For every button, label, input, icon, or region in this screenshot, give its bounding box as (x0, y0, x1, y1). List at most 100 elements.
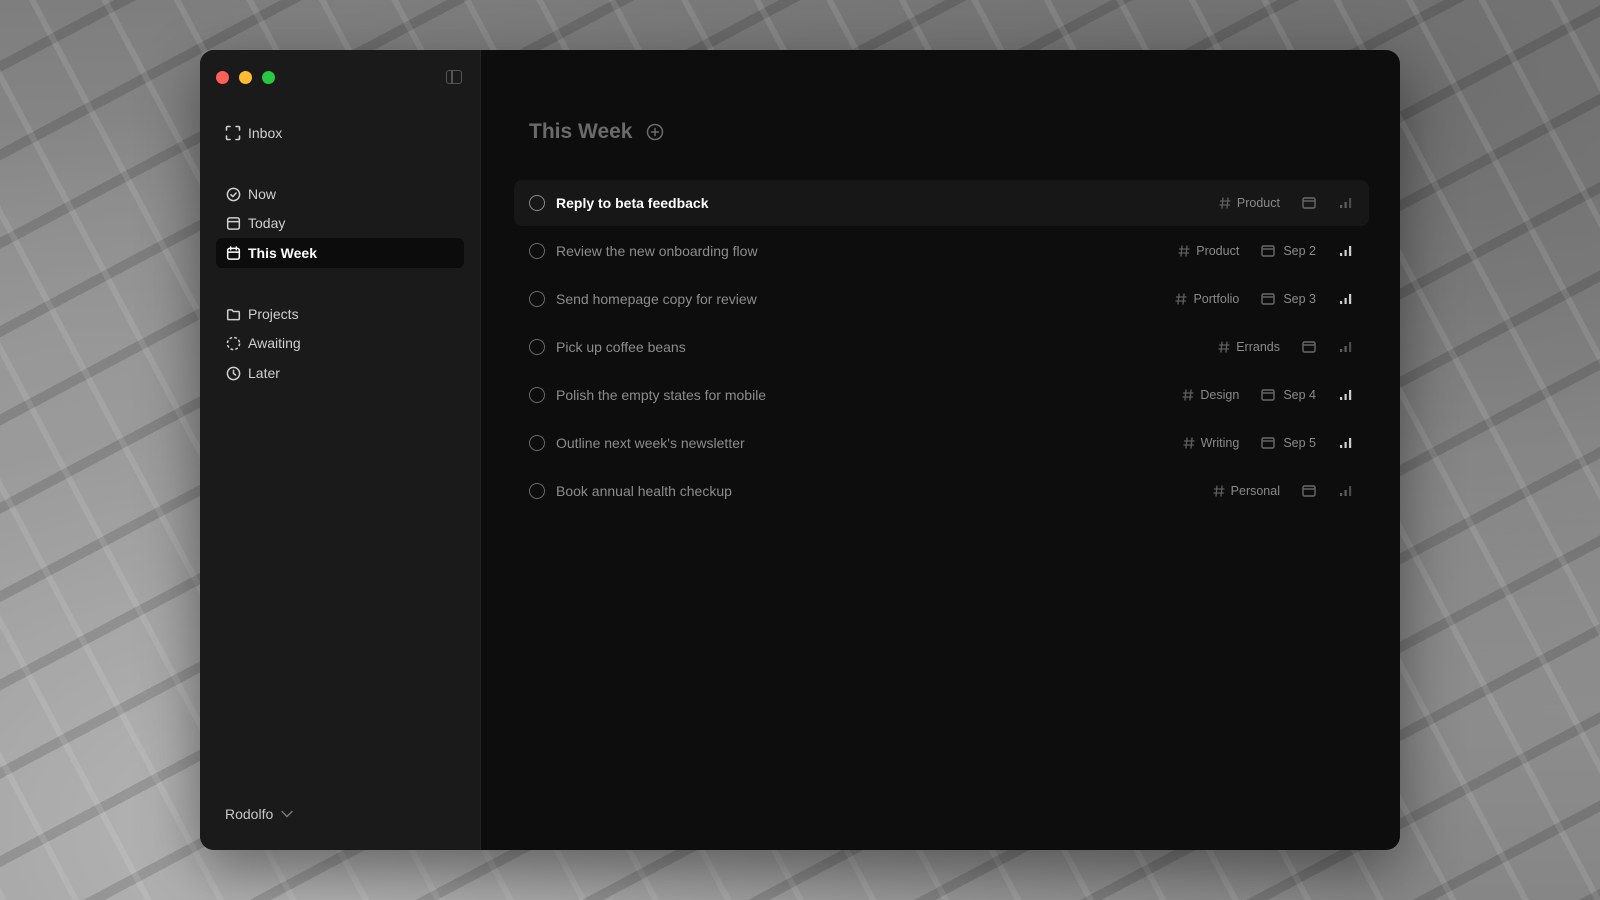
task-tag[interactable]: Writing (1183, 436, 1240, 450)
sidebar-item-now[interactable]: Now (216, 179, 464, 209)
sidebar-item-this-week[interactable]: This Week (216, 238, 464, 268)
priority-icon[interactable] (1339, 437, 1353, 449)
task-meta: Personal (1213, 484, 1353, 498)
task-date[interactable] (1302, 341, 1316, 353)
task-row[interactable]: Send homepage copy for review Portfolio Se… (514, 276, 1369, 322)
clock-icon (225, 365, 241, 381)
sidebar-item-awaiting[interactable]: Awaiting (216, 328, 464, 358)
calendar-icon (225, 215, 241, 231)
minimize-window-button[interactable] (239, 71, 252, 84)
task-tag[interactable]: Product (1219, 196, 1280, 210)
task-date-label: Sep 4 (1283, 388, 1316, 402)
hash-icon (1183, 437, 1195, 449)
task-tag-label: Errands (1236, 340, 1280, 354)
inbox-icon (225, 125, 241, 141)
task-checkbox[interactable] (529, 243, 545, 259)
task-date[interactable] (1302, 197, 1316, 209)
task-tag-label: Personal (1230, 484, 1280, 498)
calendar-week-icon (225, 245, 241, 261)
close-window-button[interactable] (216, 71, 229, 84)
window-controls (216, 71, 275, 84)
priority-icon[interactable] (1339, 485, 1353, 497)
task-date-label: Sep 3 (1283, 292, 1316, 306)
task-title[interactable]: Pick up coffee beans (556, 339, 1218, 355)
task-tag[interactable]: Portfolio (1175, 292, 1239, 306)
task-title[interactable]: Send homepage copy for review (556, 291, 1175, 307)
task-tag[interactable]: Design (1182, 388, 1239, 402)
priority-icon[interactable] (1339, 341, 1353, 353)
sidebar-item-label: Now (248, 186, 277, 202)
check-circle-icon (225, 186, 241, 202)
task-title[interactable]: Book annual health checkup (556, 483, 1213, 499)
sidebar-item-label: Today (248, 215, 286, 231)
hash-icon (1178, 245, 1190, 257)
priority-icon[interactable] (1339, 389, 1353, 401)
priority-icon[interactable] (1339, 245, 1353, 257)
sidebar-item-later[interactable]: Later (216, 358, 464, 388)
app-window: Inbox Now Today This Week Projects Await… (200, 50, 1400, 850)
sidebar-item-label: Inbox (248, 125, 283, 141)
sidebar-item-inbox[interactable]: Inbox (216, 118, 464, 148)
task-title[interactable]: Polish the empty states for mobile (556, 387, 1182, 403)
task-meta: Design Sep 4 (1182, 388, 1353, 402)
hash-icon (1218, 341, 1230, 353)
add-task-button[interactable] (646, 123, 664, 141)
task-meta: Product Sep 2 (1178, 244, 1353, 258)
calendar-icon (1302, 341, 1316, 353)
task-checkbox[interactable] (529, 291, 545, 307)
task-meta: Portfolio Sep 3 (1175, 292, 1353, 306)
task-row[interactable]: Reply to beta feedback Product (514, 180, 1369, 226)
task-title[interactable]: Reply to beta feedback (556, 195, 1219, 211)
hash-icon (1219, 197, 1231, 209)
toggle-sidebar-icon[interactable] (446, 70, 462, 84)
task-tag-label: Product (1196, 244, 1240, 258)
task-date[interactable]: Sep 2 (1261, 244, 1316, 258)
task-row[interactable]: Review the new onboarding flow Product Sep… (514, 228, 1369, 274)
sidebar: Inbox Now Today This Week Projects Await… (200, 50, 481, 850)
task-tag[interactable]: Errands (1218, 340, 1280, 354)
task-date-label: Sep 5 (1283, 436, 1316, 450)
task-meta: Errands (1218, 340, 1353, 354)
dashed-circle-icon (225, 335, 241, 351)
task-checkbox[interactable] (529, 387, 545, 403)
sidebar-item-label: Later (248, 365, 280, 381)
zoom-window-button[interactable] (262, 71, 275, 84)
task-tag[interactable]: Personal (1213, 484, 1280, 498)
task-checkbox[interactable] (529, 483, 545, 499)
priority-icon[interactable] (1339, 293, 1353, 305)
sidebar-item-label: This Week (248, 245, 317, 261)
hash-icon (1182, 389, 1195, 401)
calendar-icon (1261, 389, 1276, 401)
task-date[interactable] (1302, 485, 1316, 497)
task-row[interactable]: Outline next week's newsletter Writing Sep… (514, 420, 1369, 466)
sidebar-item-projects[interactable]: Projects (216, 299, 464, 329)
task-checkbox[interactable] (529, 339, 545, 355)
task-row[interactable]: Pick up coffee beans Errands (514, 324, 1369, 370)
page-header: This Week (529, 120, 664, 144)
page-title: This Week (529, 120, 633, 143)
calendar-icon (1261, 245, 1276, 257)
task-title[interactable]: Outline next week's newsletter (556, 435, 1183, 451)
task-row[interactable]: Polish the empty states for mobile Design… (514, 372, 1369, 418)
sidebar-item-today[interactable]: Today (216, 208, 464, 238)
task-title[interactable]: Review the new onboarding flow (556, 243, 1178, 259)
task-tag-label: Portfolio (1193, 292, 1240, 306)
task-tag-label: Writing (1200, 436, 1240, 450)
task-date[interactable]: Sep 3 (1261, 292, 1316, 306)
chevron-down-icon (281, 810, 293, 818)
task-checkbox[interactable] (529, 195, 545, 211)
task-checkbox[interactable] (529, 435, 545, 451)
hash-icon (1213, 485, 1225, 497)
user-menu[interactable]: Rodolfo (225, 806, 293, 822)
priority-icon[interactable] (1339, 197, 1353, 209)
task-tag-label: Design (1200, 388, 1240, 402)
task-date[interactable]: Sep 4 (1261, 388, 1316, 402)
task-row[interactable]: Book annual health checkup Personal (514, 468, 1369, 514)
folder-icon (225, 306, 241, 322)
task-tag[interactable]: Product (1178, 244, 1239, 258)
task-date[interactable]: Sep 5 (1261, 436, 1316, 450)
main-content: This Week Reply to beta feedback Product R… (481, 50, 1400, 850)
calendar-icon (1302, 197, 1316, 209)
task-list: Reply to beta feedback Product Review the … (514, 180, 1369, 516)
user-name: Rodolfo (225, 806, 274, 822)
